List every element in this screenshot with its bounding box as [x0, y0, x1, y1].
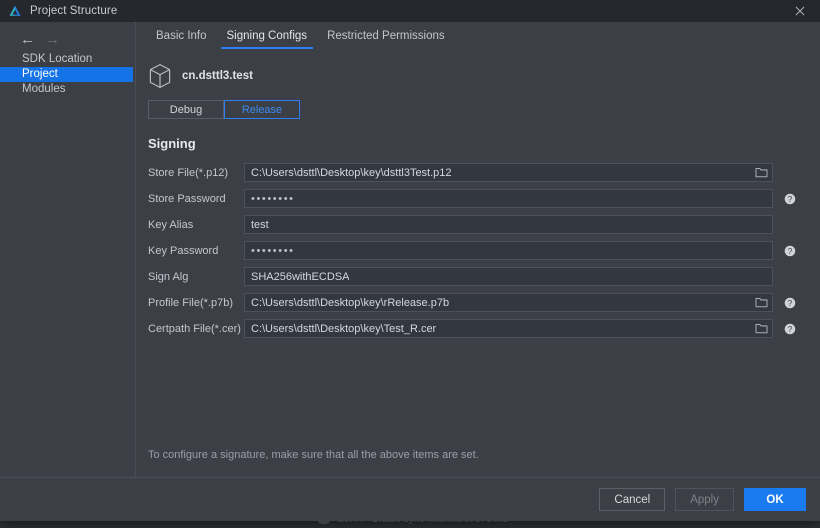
help-icon-store-password[interactable]: ?	[784, 193, 796, 205]
close-glyph	[795, 6, 805, 16]
module-cube-icon	[148, 63, 172, 89]
cancel-button[interactable]: Cancel	[599, 488, 665, 511]
svg-text:?: ?	[788, 324, 793, 333]
svg-text:?: ?	[788, 298, 793, 307]
form-row-profile-file: Profile File(*.p7b) C:\Users\dsttl\Deskt…	[148, 293, 808, 312]
help-icon-profile-file[interactable]: ?	[784, 297, 796, 309]
dialog-body: ← → SDK Location Project Modules Basic I…	[0, 22, 820, 477]
signing-hint-text: To configure a signature, make sure that…	[148, 449, 479, 461]
help-icon-certpath-file[interactable]: ?	[784, 323, 796, 335]
build-variant-release[interactable]: Release	[224, 100, 300, 119]
svg-text:?: ?	[788, 246, 793, 255]
label-certpath-file: Certpath File(*.cer)	[148, 323, 244, 335]
label-key-alias: Key Alias	[148, 219, 244, 231]
value-key-alias: test	[245, 219, 269, 231]
label-store-file: Store File(*.p12)	[148, 167, 244, 179]
ok-button[interactable]: OK	[744, 488, 806, 511]
build-variant-debug[interactable]: Debug	[148, 100, 224, 119]
help-icon-key-password[interactable]: ?	[784, 245, 796, 257]
dialog-title-bar: Project Structure	[0, 0, 820, 22]
input-key-alias[interactable]: test	[244, 215, 773, 234]
close-icon[interactable]	[780, 0, 820, 22]
project-structure-dialog: Project Structure ← → SDK Location Proje…	[0, 0, 820, 521]
folder-icon[interactable]	[753, 296, 769, 310]
signing-section-title: Signing	[148, 136, 820, 151]
folder-icon[interactable]	[753, 166, 769, 180]
value-certpath-file: C:\Users\dsttl\Desktop\key\Test_R.cer	[245, 323, 436, 335]
value-store-file: C:\Users\dsttl\Desktop\key\dsttl3Test.p1…	[245, 167, 452, 179]
signing-form: Store File(*.p12) C:\Users\dsttl\Desktop…	[136, 163, 820, 345]
build-variant-selector: Debug Release	[148, 100, 300, 119]
label-store-password: Store Password	[148, 193, 244, 205]
input-sign-alg[interactable]: SHA256withECDSA	[244, 267, 773, 286]
form-row-key-alias: Key Alias test	[148, 215, 808, 234]
arrow-right-icon[interactable]: →	[45, 32, 60, 47]
input-certpath-file[interactable]: C:\Users\dsttl\Desktop\key\Test_R.cer	[244, 319, 773, 338]
input-key-password[interactable]: ••••••••	[244, 241, 773, 260]
sidebar-nav-arrows: ← →	[0, 30, 135, 52]
input-profile-file[interactable]: C:\Users\dsttl\Desktop\key\rRelease.p7b	[244, 293, 773, 312]
module-header: cn.dsttl3.test	[136, 49, 820, 89]
dialog-content-pane: Basic Info Signing Configs Restricted Pe…	[136, 22, 820, 477]
tab-restricted-permissions[interactable]: Restricted Permissions	[317, 30, 455, 49]
input-store-file[interactable]: C:\Users\dsttl\Desktop\key\dsttl3Test.p1…	[244, 163, 773, 182]
input-store-password[interactable]: ••••••••	[244, 189, 773, 208]
form-row-store-file: Store File(*.p12) C:\Users\dsttl\Desktop…	[148, 163, 808, 182]
dialog-footer: Cancel Apply OK	[0, 477, 820, 521]
label-key-password: Key Password	[148, 245, 244, 257]
sidebar-item-modules[interactable]: Modules	[0, 82, 135, 97]
sidebar-item-sdk-location[interactable]: SDK Location	[0, 52, 135, 67]
arrow-left-icon[interactable]: ←	[20, 32, 35, 47]
apply-button[interactable]: Apply	[675, 488, 734, 511]
tab-bar: Basic Info Signing Configs Restricted Pe…	[136, 22, 820, 49]
form-row-key-password: Key Password •••••••• ?	[148, 241, 808, 260]
value-sign-alg: SHA256withECDSA	[245, 271, 349, 283]
folder-icon[interactable]	[753, 322, 769, 336]
tab-signing-configs[interactable]: Signing Configs	[217, 30, 318, 49]
value-key-password: ••••••••	[245, 244, 295, 257]
sidebar-item-project[interactable]: Project	[0, 67, 133, 82]
value-profile-file: C:\Users\dsttl\Desktop\key\rRelease.p7b	[245, 297, 449, 309]
form-row-store-password: Store Password •••••••• ?	[148, 189, 808, 208]
form-row-sign-alg: Sign Alg SHA256withECDSA	[148, 267, 808, 286]
label-profile-file: Profile File(*.p7b)	[148, 297, 244, 309]
label-sign-alg: Sign Alg	[148, 271, 244, 283]
dialog-title: Project Structure	[30, 5, 117, 17]
svg-text:?: ?	[788, 194, 793, 203]
form-row-certpath-file: Certpath File(*.cer) C:\Users\dsttl\Desk…	[148, 319, 808, 338]
tab-basic-info[interactable]: Basic Info	[146, 30, 217, 49]
dialog-sidebar: ← → SDK Location Project Modules	[0, 22, 136, 477]
module-name: cn.dsttl3.test	[182, 70, 253, 82]
deveco-logo-icon	[8, 4, 22, 18]
value-store-password: ••••••••	[245, 192, 295, 205]
